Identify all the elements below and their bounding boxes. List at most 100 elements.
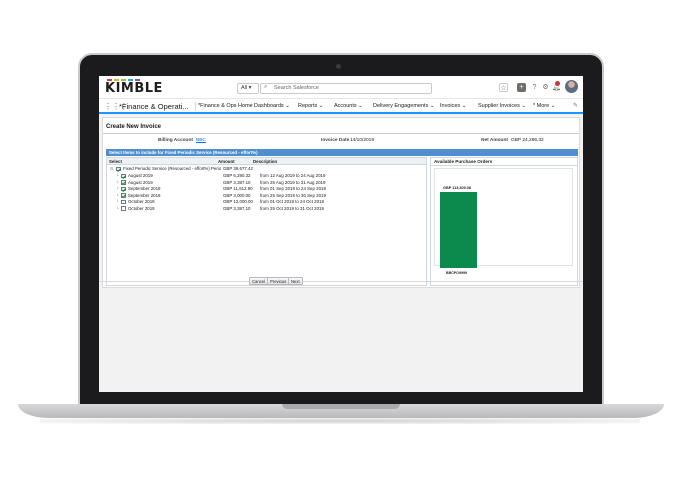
previous-button[interactable]: Previous [267,277,290,285]
row-checkbox[interactable] [121,173,126,178]
search-input[interactable]: Search Salesforce [260,83,432,94]
tree-branch: └ [116,173,119,178]
kimble-logo: KIMBLE [105,81,163,96]
gear-icon[interactable]: ⚙ [541,83,550,92]
row-description: from 25 Sep 2019 to 30 Sep 2019 [260,192,326,198]
nav-item-more[interactable]: * More ⌄ [533,103,555,109]
row-label: September 2019 [128,186,161,191]
search-scope-label: All [241,85,248,91]
avatar[interactable] [565,80,578,93]
search-scope-select[interactable]: All ▾ [237,83,259,94]
favorites-icon[interactable]: ☆ [499,83,508,92]
row-label: August 2019 [128,179,153,185]
add-icon[interactable]: + [517,83,526,92]
footer-divider [99,281,583,282]
nav-item-accounts[interactable]: Accounts ⌄ [334,103,363,109]
screen: KIMBLE All ▾ Search Salesforce ⌕ ☆ + ? ⚙… [99,76,583,392]
nav-item-accounts-label: Accounts [334,103,357,109]
laptop-shadow [40,418,640,424]
chevron-down-icon: ⌄ [521,103,527,109]
camera-dot [336,64,341,69]
items-grid: Select Amount Description ⊟ Fixed Period… [106,157,427,286]
row-checkbox[interactable] [121,206,126,211]
table-row-parent: ⊟ Fixed Periodic Service (Resourced - ef… [107,166,426,172]
create-invoice-panel: Create New Invoice Billing Account BBC I… [102,117,580,288]
column-header-amount: Amount [218,159,235,164]
purchase-orders-panel: Available Purchase Orders GBP 113,409.08… [430,157,578,286]
pencil-icon[interactable]: ✎ [573,102,578,109]
nav-item-supplier-invoices[interactable]: Supplier Invoices ⌄ [478,103,526,109]
table-row: └ August 2019 GBP 6,290.32 from 12 Aug 2… [107,173,426,179]
invoice-date-label: Invoice Date [321,138,350,143]
nav-item-reports-label: Reports [298,103,318,109]
row-checkbox[interactable] [121,193,126,198]
chevron-down-icon: ⌄ [550,103,556,109]
row-description: from 12 Aug 2019 to 24 Aug 2019 [260,173,326,178]
nav-item-more-label: * More [533,103,550,109]
purchase-orders-title: Available Purchase Orders [434,159,493,164]
column-header-select: Select [109,159,122,164]
nav-item-delivery-engagements[interactable]: Delivery Engagements ⌄ [373,103,434,109]
row-description: from 26 Aug 2019 to 31 Aug 2019 [260,179,326,185]
net-amount-value: GBP 24,286.32 [511,138,544,143]
purchase-order-name: BBCPO9999 [446,271,467,275]
invoice-date-value: 14/10/2019 [350,138,375,143]
billing-account-link[interactable]: BBC [196,138,206,143]
help-icon[interactable]: ? [530,83,539,92]
notification-badge [555,81,560,86]
table-row: └ October 2019 GBP 3,387.10 from 25 Oct … [107,206,426,212]
row-amount: GBP 3,387.10 [223,205,251,211]
row-label: October 2019 [128,205,155,211]
purchase-order-amount: GBP 113,409.08 [443,186,472,190]
purchase-order-card[interactable]: GBP 113,409.08 BBCPO9999 [434,168,573,275]
nav-item-finance-home[interactable]: *Finance & Ops Home [198,103,253,109]
nav-item-dashboards-label: Dashboards [254,103,284,109]
table-row: └ August 2019 GBP 3,387.10 from 26 Aug 2… [107,180,426,186]
tree-expander-icon[interactable]: ⊟ [110,166,113,171]
tree-branch: └ [116,192,119,198]
chevron-down-icon: ⌄ [358,103,363,109]
section-header: Select Items to include for Fixed Period… [106,149,578,156]
tree-branch: └ [116,186,119,191]
nav-bar: ⋮⋮⋮ *Finance & Operati... *Finance & Ops… [99,98,583,114]
row-description: from 01 Sep 2019 to 24 Sep 2019 [260,186,326,191]
row-label: September 2019 [128,192,161,198]
cancel-button[interactable]: Cancel [249,277,269,285]
nav-divider [195,102,196,111]
row-label: October 2019 [128,199,155,204]
table-row: └ October 2019 GBP 12,000.00 from 01 Oct… [107,199,426,205]
tree-branch: └ [116,179,119,185]
tree-branch: └ [116,199,119,204]
row-description: from 25 Oct 2019 to 31 Oct 2019 [260,205,324,211]
nav-item-dashboards[interactable]: Dashboards ⌄ [254,103,290,109]
row-checkbox[interactable] [121,186,126,191]
row-amount: GBP 11,612.90 [223,186,253,191]
row-amount: GBP 3,387.10 [223,179,251,185]
title-divider [103,133,579,134]
column-header-description: Description [253,159,278,164]
row-amount: GBP 3,000.00 [223,192,251,198]
global-header: KIMBLE All ▾ Search Salesforce ⌕ ☆ + ? ⚙… [99,76,583,98]
nav-item-invoices[interactable]: Invoices ⌄ [440,103,466,109]
grid-header: Select Amount Description [107,158,426,165]
row-checkbox[interactable] [121,199,126,204]
app-name: *Finance & Operati... [119,102,189,111]
parent-checkbox[interactable] [116,166,121,171]
tree-branch: └ [116,205,119,211]
nav-item-delivery-engagements-label: Delivery Engagements [373,103,429,109]
row-amount: GBP 12,000.00 [223,199,253,204]
billing-account-label: Billing Account [158,138,193,143]
chevron-down-icon: ⌄ [461,103,467,109]
nav-item-supplier-invoices-label: Supplier Invoices [478,103,520,109]
nav-item-reports[interactable]: Reports ⌄ [298,103,323,109]
laptop-notch [282,404,400,409]
page-title: Create New Invoice [106,124,162,130]
next-button[interactable]: Next [288,277,303,285]
row-checkbox[interactable] [121,180,126,185]
row-label: August 2019 [128,173,153,178]
parent-label: Fixed Periodic Service (Resourced - effo… [123,166,221,171]
purchase-order-bar[interactable] [440,192,477,268]
parent-amount: GBP 39,677.42 [223,166,253,171]
nav-item-invoices-label: Invoices [440,103,461,109]
net-amount-label: Net Amount [481,138,509,143]
